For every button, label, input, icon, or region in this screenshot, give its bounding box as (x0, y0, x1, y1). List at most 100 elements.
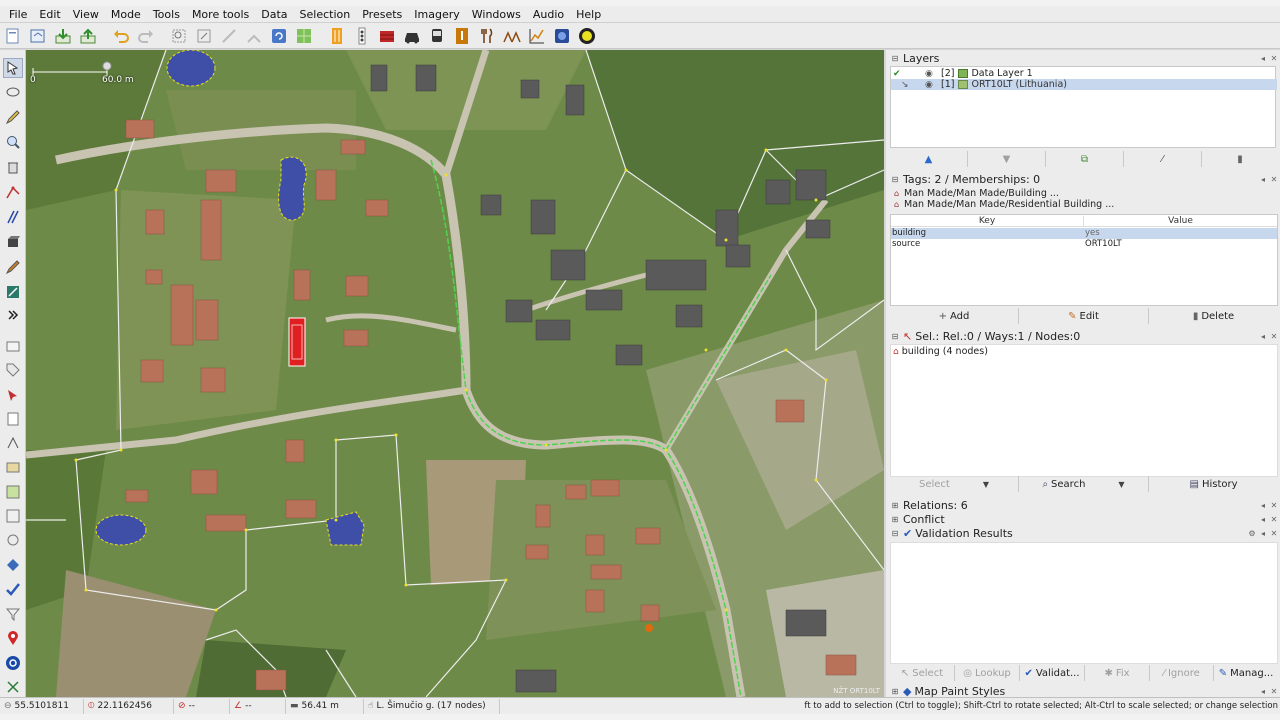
table-row[interactable]: building yes (891, 228, 1277, 239)
toggle-validation-button[interactable] (3, 579, 23, 599)
zoom-to-selection-button[interactable] (193, 25, 215, 47)
draw-mode-button[interactable] (3, 107, 23, 127)
dropdown-arrow-icon[interactable]: ▼ (1118, 480, 1124, 489)
edit-tag-button[interactable]: ✎ Edit (1019, 308, 1149, 324)
validation-select-button[interactable]: ↖ Select (890, 665, 955, 681)
relations-panel-header[interactable]: ⊞ Relations: 6 ◂ ✕ (890, 499, 1278, 512)
menu-view[interactable]: View (67, 6, 105, 23)
layers-panel-header[interactable]: ⊟ Layers ◂ ✕ (890, 52, 1278, 65)
toggle-help-button[interactable] (3, 653, 23, 673)
close-icon[interactable]: ✕ (1270, 529, 1278, 538)
add-tag-button[interactable]: + Add (890, 308, 1019, 324)
toggle-history-button[interactable] (3, 457, 23, 477)
preset-info-button[interactable] (451, 25, 473, 47)
selection-panel-header[interactable]: ⊟ ↖ Sel.: Rel.:0 / Ways:1 / Nodes:0 ◂ ✕ (890, 330, 1278, 343)
toggle-plugins-button[interactable] (3, 677, 23, 697)
extrude-mode-button[interactable] (3, 232, 23, 252)
validate-button[interactable]: ✔ Validat... (1020, 665, 1085, 681)
select-button[interactable]: Select ▼ (890, 476, 1019, 492)
active-layer-icon[interactable]: ✔ (893, 69, 903, 79)
save-button[interactable] (52, 25, 74, 47)
expand-icon[interactable]: ⊞ (890, 687, 900, 697)
menu-file[interactable]: File (3, 6, 33, 23)
value-column-header[interactable]: Value (1083, 216, 1277, 227)
select-mode-button[interactable] (3, 58, 23, 78)
tag-key[interactable]: source (891, 239, 1083, 250)
menu-selection[interactable]: Selection (294, 6, 357, 23)
preset-link[interactable]: ⌂ Man Made/Man Made/Residential Building … (894, 199, 1274, 210)
delete-tag-button[interactable]: ▮ Delete (1149, 308, 1278, 324)
detach-icon[interactable]: ◂ (1259, 529, 1267, 538)
preset-food-button[interactable] (476, 25, 498, 47)
collapse-icon[interactable]: ⊟ (890, 54, 900, 64)
toggle-notes-button[interactable] (3, 409, 23, 429)
lasso-mode-button[interactable] (3, 83, 23, 103)
toggle-filter-button[interactable] (3, 506, 23, 526)
lookup-button[interactable]: ◎ Lookup (955, 665, 1020, 681)
menu-more-tools[interactable]: More tools (186, 6, 255, 23)
split-way-button[interactable] (218, 25, 240, 47)
close-icon[interactable]: ✕ (1270, 54, 1278, 63)
collapse-icon[interactable]: ⊟ (890, 529, 900, 539)
visibility-eye-icon[interactable]: ◉ (925, 69, 937, 79)
manage-button[interactable]: ✎ Manag... (1214, 665, 1278, 681)
expand-tools-button[interactable] (3, 305, 23, 325)
detach-icon[interactable]: ◂ (1259, 175, 1267, 184)
detach-icon[interactable]: ◂ (1259, 515, 1267, 524)
combine-way-button[interactable] (243, 25, 265, 47)
close-icon[interactable]: ✕ (1270, 332, 1278, 341)
menu-imagery[interactable]: Imagery (408, 6, 465, 23)
menu-edit[interactable]: Edit (33, 6, 66, 23)
list-item[interactable]: ⌂ building (4 nodes) (893, 346, 988, 357)
menu-mode[interactable]: Mode (105, 6, 147, 23)
tag-value[interactable]: ORT10LT (1084, 239, 1276, 250)
refresh-button[interactable] (268, 25, 290, 47)
draw-building-button[interactable] (3, 257, 23, 277)
toggle-mappaint-button[interactable] (3, 555, 23, 575)
redo-button[interactable] (135, 25, 157, 47)
detach-icon[interactable]: ◂ (1259, 501, 1267, 510)
toggle-tags-button[interactable] (3, 360, 23, 380)
history-button[interactable]: ▤ History (1149, 476, 1278, 492)
close-icon[interactable]: ✕ (1270, 515, 1278, 524)
preset-car-button[interactable] (401, 25, 423, 47)
menu-audio[interactable]: Audio (527, 6, 570, 23)
ignore-button[interactable]: ⁄ Ignore (1150, 665, 1214, 681)
toggle-relations-button[interactable] (3, 433, 23, 453)
preset-barrier-button[interactable] (376, 25, 398, 47)
menu-tools[interactable]: Tools (147, 6, 186, 23)
menu-help[interactable]: Help (570, 6, 607, 23)
detach-icon[interactable]: ◂ (1259, 332, 1267, 341)
collapse-icon[interactable]: ⊟ (890, 175, 900, 185)
dropdown-arrow-icon[interactable]: ▼ (983, 480, 989, 489)
conflict-panel-header[interactable]: ⊞ Conflict ◂ ✕ (890, 513, 1278, 526)
preset-blue-button[interactable] (551, 25, 573, 47)
validation-panel-header[interactable]: ⊟ ✔ Validation Results ⚙ ◂ ✕ (890, 527, 1278, 540)
parallel-mode-button[interactable] (3, 207, 23, 227)
toggle-filters-button[interactable] (3, 604, 23, 624)
delete-mode-button[interactable] (3, 157, 23, 177)
zoom-to-data-button[interactable] (168, 25, 190, 47)
visibility-eye-icon[interactable]: ◉ (925, 80, 937, 90)
collapse-icon[interactable]: ⊟ (890, 332, 900, 342)
imagery-button[interactable] (293, 25, 315, 47)
merge-layer-button[interactable]: ⧉ (1046, 151, 1124, 167)
menu-presets[interactable]: Presets (356, 6, 408, 23)
menu-data[interactable]: Data (255, 6, 293, 23)
move-down-button[interactable]: ▼ (968, 151, 1046, 167)
preset-bus-button[interactable] (426, 25, 448, 47)
preset-traffic-button[interactable] (351, 25, 373, 47)
preset-link[interactable]: ⌂ Man Made/Man Made/Building ... (894, 188, 1274, 199)
menu-windows[interactable]: Windows (466, 6, 527, 23)
improve-way-button[interactable] (3, 182, 23, 202)
preset-building-button[interactable] (501, 25, 523, 47)
delete-layer-button[interactable]: ▮ (1202, 151, 1278, 167)
close-icon[interactable]: ✕ (1270, 501, 1278, 510)
preset-sun-button[interactable] (576, 25, 598, 47)
toggle-location-button[interactable] (3, 628, 23, 648)
table-row[interactable]: source ORT10LT (891, 239, 1277, 250)
search-button[interactable]: ⌕ Search ▼ (1019, 476, 1149, 492)
open-button[interactable] (27, 25, 49, 47)
preset-ladder-button[interactable] (326, 25, 348, 47)
toggle-gps-button[interactable] (3, 530, 23, 550)
